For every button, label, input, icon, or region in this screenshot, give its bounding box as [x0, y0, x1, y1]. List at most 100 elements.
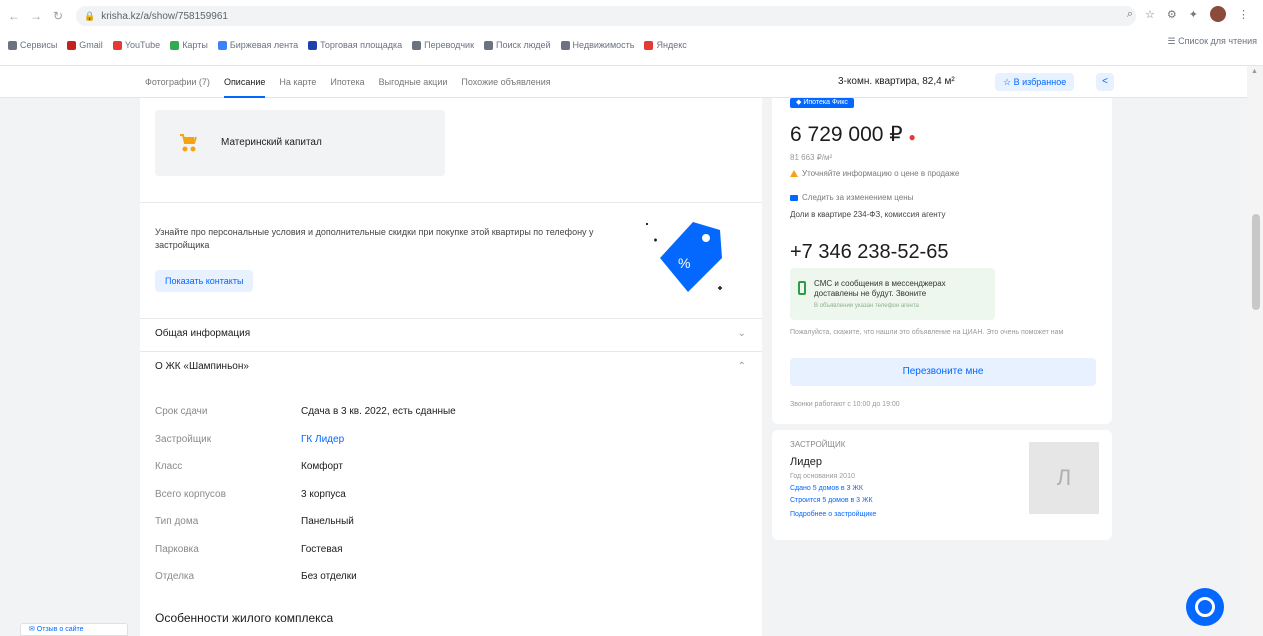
- price-watch-text: Следить за изменением цены: [802, 193, 914, 202]
- price-info-text: Уточняйте информацию о цене в продаже: [802, 169, 960, 178]
- bookmark-label: Поиск людей: [496, 40, 551, 50]
- bookmark-star-icon[interactable]: ☆: [1145, 8, 1155, 21]
- description-card: Материнский капитал Узнайте про персонал…: [140, 98, 762, 636]
- bookmark-item[interactable]: Поиск людей: [484, 40, 551, 50]
- developer-name[interactable]: Лидер: [790, 456, 822, 468]
- address-bar[interactable]: 🔒 krisha.kz/a/show/758159961: [76, 6, 1136, 26]
- scroll-thumb[interactable]: [1252, 214, 1260, 310]
- bookmark-label: Недвижимость: [572, 40, 635, 50]
- bookmark-favicon-icon: [644, 40, 654, 50]
- callback-button[interactable]: Перезвоните мне: [790, 358, 1096, 386]
- call-hours: Звонки работают с 10:00 до 19:00: [790, 401, 900, 408]
- bookmark-item[interactable]: Недвижимость: [560, 40, 635, 50]
- chat-help-button[interactable]: [1186, 588, 1224, 626]
- bookmark-favicon-icon: [560, 40, 570, 50]
- maternity-capital-block: Материнский капитал: [155, 110, 445, 176]
- forward-icon[interactable]: →: [28, 9, 44, 23]
- phone-icon: [798, 281, 806, 295]
- tab-item[interactable]: Описание: [223, 66, 266, 98]
- price-info-line[interactable]: Уточняйте информацию о цене в продаже: [790, 169, 959, 178]
- url-text: krisha.kz/a/show/758159961: [101, 10, 228, 22]
- puzzle-icon[interactable]: ✦: [1189, 8, 1198, 21]
- bookmark-label: Биржевая лента: [229, 40, 299, 50]
- discount-tag-icon: %: [646, 222, 722, 292]
- spec-value: Комфорт: [301, 461, 343, 472]
- bookmark-favicon-icon: [484, 40, 494, 50]
- developer-logo: Л: [1029, 442, 1099, 514]
- developer-completed[interactable]: Сдано 5 домов в 3 ЖК: [790, 485, 863, 492]
- bookmark-item[interactable]: Торговая площадка: [308, 40, 402, 50]
- bookmark-item[interactable]: Gmail: [67, 40, 103, 50]
- sms-notice-sub: В объявлении указан телефон агента: [814, 303, 919, 309]
- bookmark-favicon-icon: [112, 40, 122, 50]
- site-feedback-button[interactable]: ✉ Отзыв о сайте: [20, 623, 128, 636]
- complex-accordion[interactable]: О ЖК «Шампиньон» ⌃: [155, 361, 752, 389]
- spec-key: Класс: [155, 461, 183, 472]
- stroller-icon: [180, 134, 197, 152]
- spec-key: Парковка: [155, 543, 199, 555]
- mention-notice: Пожалуйста, скажите, что нашли это объяв…: [790, 329, 1064, 336]
- bookmark-label: Яндекс: [656, 40, 687, 50]
- price-watch-line[interactable]: Следить за изменением цены: [790, 193, 913, 202]
- reading-list[interactable]: ☰ Список для чтения: [1167, 36, 1257, 47]
- profile-avatar[interactable]: [1210, 6, 1226, 22]
- card-icon: [790, 194, 798, 201]
- spec-row: Застройщик ГК Лидер: [155, 434, 745, 462]
- developer-heading: ЗАСТРОЙЩИК: [790, 440, 846, 449]
- spec-key: Всего корпусов: [155, 488, 226, 500]
- spec-key: Застройщик: [155, 433, 212, 445]
- bookmark-label: Сервисы: [20, 40, 58, 50]
- deal-details-text: Доли в квартире 234-ФЗ, комиссия агенту: [790, 210, 946, 219]
- back-icon[interactable]: ←: [6, 9, 22, 23]
- svg-text:%: %: [678, 255, 690, 271]
- developer-card: ЗАСТРОЙЩИК Лидер Год основания 2010 Сдан…: [772, 430, 1112, 540]
- listing-nav: Фотографии (7) Описание На карте Ипотека Выг…: [0, 66, 1263, 98]
- tab-item[interactable]: Фотографии (7): [145, 66, 210, 98]
- phone-number[interactable]: +7 346 238-52-65: [790, 241, 948, 264]
- reading-list-icon: ☰: [1167, 36, 1176, 46]
- bookmark-item[interactable]: Биржевая лента: [217, 40, 299, 50]
- bookmark-favicon-icon: [8, 40, 17, 50]
- general-info-title: Общая информация: [155, 328, 251, 339]
- share-button[interactable]: <: [1096, 73, 1114, 91]
- spec-row: Всего корпусов 3 корпуса: [155, 489, 745, 517]
- bookmark-item[interactable]: Сервисы: [8, 40, 57, 50]
- spec-row: Отделка Без отделки: [155, 571, 745, 599]
- spec-value: 3 корпуса: [301, 488, 346, 500]
- spec-row: Срок сдачи Сдача в 3 кв. 2022, есть сданн…: [155, 406, 745, 434]
- chevron-down-icon: ⌄: [737, 328, 746, 339]
- extensions-icon[interactable]: ⚙: [1167, 8, 1177, 21]
- show-contacts-button[interactable]: Показать контакты: [155, 270, 254, 292]
- tab-item[interactable]: Выгодные акции: [379, 66, 448, 98]
- price-per-m2: 81 663 ₽/м²: [790, 153, 833, 162]
- zoom-icon[interactable]: ⌕: [1127, 8, 1133, 21]
- bookmarks-bar: Сервисы Gmail YouTube Карты Биржевая лента То…: [8, 36, 1255, 54]
- listing-tabs: Фотографии (7) Описание На карте Ипотека Выг…: [145, 66, 551, 98]
- favorite-button[interactable]: ☆ В избранное: [995, 73, 1075, 91]
- developer-more-link[interactable]: Подробнее о застройщике: [790, 511, 876, 518]
- browser-chrome: ← → ↻ 🔒 krisha.kz/a/show/758159961 ⌕ ☆ ⚙…: [0, 0, 1263, 66]
- price: 6 729 000 ₽ ●: [790, 122, 916, 147]
- spec-value[interactable]: ГК Лидер: [301, 434, 344, 462]
- price-change-icon[interactable]: ●: [908, 130, 915, 144]
- bookmark-label: Gmail: [79, 40, 103, 50]
- menu-icon[interactable]: ⋮: [1238, 8, 1249, 21]
- bookmark-item[interactable]: Карты: [170, 40, 208, 50]
- scroll-up-arrow[interactable]: ▲: [1251, 68, 1258, 75]
- bookmark-item[interactable]: Яндекс: [644, 40, 687, 50]
- bookmark-item[interactable]: YouTube: [112, 40, 161, 50]
- bookmark-favicon-icon: [217, 40, 227, 50]
- sms-notice-text: СМС и сообщения в мессенджерах доставлен…: [814, 279, 946, 298]
- page-scrollbar[interactable]: ▲: [1247, 66, 1263, 636]
- bookmark-label: YouTube: [124, 40, 161, 50]
- maternity-capital-label: Материнский капитал: [221, 137, 322, 148]
- bookmark-item[interactable]: Переводчик: [412, 40, 474, 50]
- reload-icon[interactable]: ↻: [50, 9, 66, 23]
- tab-item[interactable]: На карте: [279, 66, 316, 98]
- sms-notice: СМС и сообщения в мессенджерах доставлен…: [790, 268, 995, 320]
- bookmark-label: Карты: [182, 40, 208, 50]
- tab-item[interactable]: Похожие объявления: [461, 66, 550, 98]
- lock-icon: 🔒: [84, 10, 96, 21]
- developer-building[interactable]: Строится 5 домов в 3 ЖК: [790, 497, 873, 504]
- tab-item[interactable]: Ипотека: [330, 66, 364, 98]
